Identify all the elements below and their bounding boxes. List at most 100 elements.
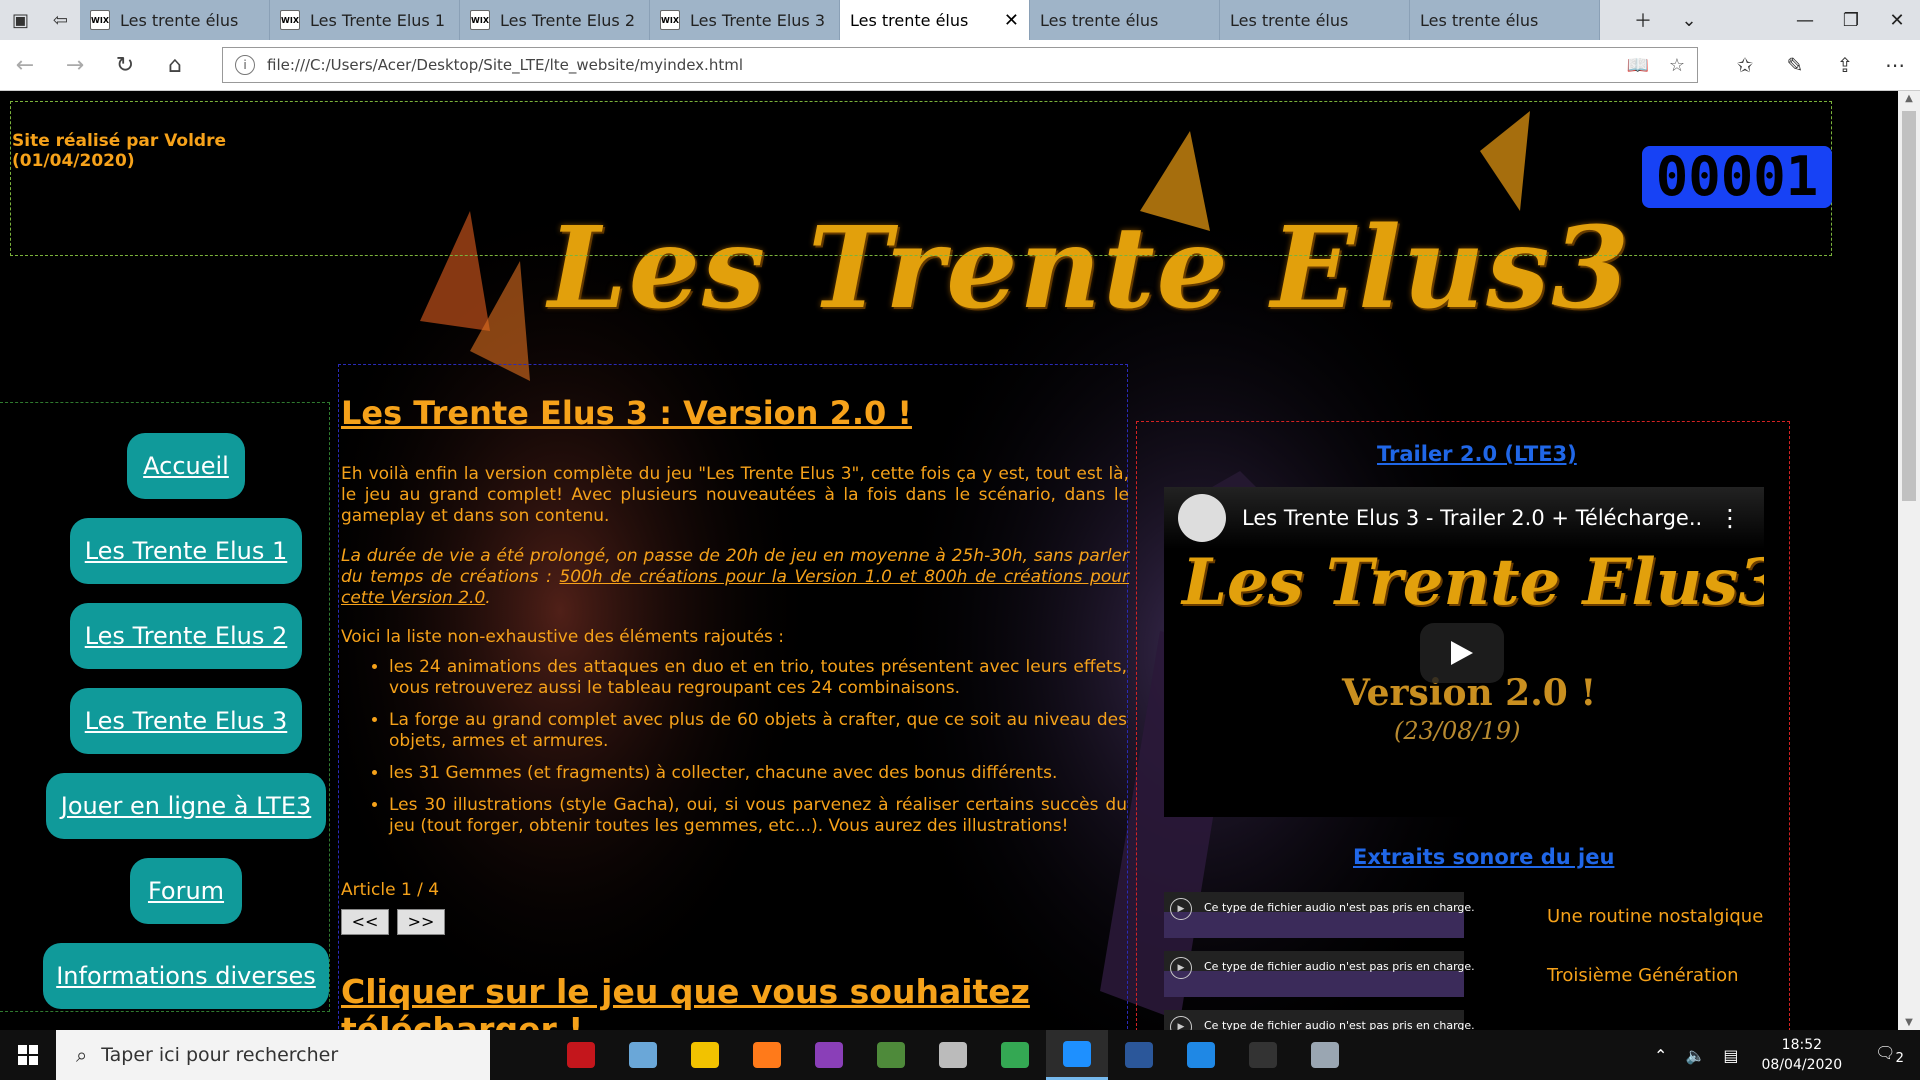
play-icon[interactable] <box>1420 623 1504 683</box>
browser-tab[interactable]: Les trente élus <box>1410 0 1600 111</box>
paint-icon[interactable] <box>612 1030 674 1080</box>
address-bar[interactable]: i file:///C:/Users/Acer/Desktop/Site_LTE… <box>222 47 1698 83</box>
scroll-down-icon[interactable]: ▼ <box>1898 1017 1920 1028</box>
lifetime-end: . <box>485 588 491 608</box>
notifications-icon[interactable]: 🗨2 <box>1875 1043 1904 1066</box>
browser-tab[interactable]: Les trente élus <box>1220 0 1410 111</box>
firefox-icon[interactable] <box>736 1030 798 1080</box>
reading-view-icon[interactable]: 📖 <box>1626 55 1648 76</box>
file-explorer-icon[interactable] <box>674 1030 736 1080</box>
browser-tab[interactable]: Les trente élus <box>1030 0 1220 111</box>
window-controls: ＋ ⌄ — ❐ ✕ <box>1600 0 1920 40</box>
scrollbar-thumb[interactable] <box>1902 111 1916 501</box>
search-icon: ⌕ <box>76 1043 88 1067</box>
features-list: les 24 animations des attaques en duo et… <box>341 657 1127 848</box>
minimize-icon[interactable]: — <box>1782 10 1828 31</box>
network-icon[interactable]: ▤ <box>1723 1046 1738 1065</box>
next-article-button[interactable]: >> <box>397 909 445 935</box>
url-text[interactable]: file:///C:/Users/Acer/Desktop/Site_LTE/l… <box>267 56 1606 74</box>
pager-buttons: << >> <box>341 909 445 935</box>
vscode-icon-glyph <box>1187 1042 1215 1068</box>
audio-unsupported-message: Ce type de fichier audio n'est pas pris … <box>1204 960 1475 973</box>
wix-icon: WIX <box>470 10 490 30</box>
word-icon[interactable] <box>1108 1030 1170 1080</box>
volume-icon[interactable]: 🔈 <box>1685 1046 1705 1065</box>
audio-play-icon[interactable]: ▶ <box>1170 957 1192 979</box>
window-app-icon[interactable] <box>1294 1030 1356 1080</box>
video-title[interactable]: Les Trente Elus 3 - Trailer 2.0 + Téléch… <box>1242 506 1702 530</box>
nav-forum[interactable]: Forum <box>130 858 242 924</box>
close-tab-icon[interactable]: ✕ <box>1004 10 1019 31</box>
site-credit: Site réalisé par Voldre (01/04/2020) <box>12 131 226 171</box>
favorite-star-icon[interactable]: ☆ <box>1669 55 1685 76</box>
tab-preview-icon[interactable]: ▣ <box>12 10 29 31</box>
vscode-icon[interactable] <box>1170 1030 1232 1080</box>
chrome-icon[interactable] <box>984 1030 1046 1080</box>
scroll-up-icon[interactable]: ▲ <box>1898 93 1920 104</box>
tray-chevron-icon[interactable]: ⌃ <box>1654 1046 1667 1065</box>
share-icon[interactable]: ⇪ <box>1820 53 1870 77</box>
tab-list-chevron-icon[interactable]: ⌄ <box>1666 10 1712 31</box>
tablet-app-icon[interactable] <box>922 1030 984 1080</box>
audio-extracts-link[interactable]: Extraits sonore du jeu <box>1353 845 1614 869</box>
windows-start-icon[interactable] <box>0 1030 56 1080</box>
nav-accueil[interactable]: Accueil <box>127 433 245 499</box>
tab-title: Les trente élus <box>120 10 239 30</box>
audio-player[interactable]: ▶ Ce type de fichier audio n'est pas pri… <box>1164 951 1475 997</box>
youtube-embed[interactable]: Les Trente Elus3 Version 2.0 ! (23/08/19… <box>1164 487 1764 817</box>
audio-play-icon[interactable]: ▶ <box>1170 1016 1192 1030</box>
favorites-icon[interactable]: ✩ <box>1720 53 1770 77</box>
nav-lte3[interactable]: Les Trente Elus 3 <box>70 688 302 754</box>
new-tab-icon[interactable]: ＋ <box>1620 7 1666 33</box>
close-window-icon[interactable]: ✕ <box>1874 10 1920 31</box>
browser-tab[interactable]: WIX Les trente élus <box>80 0 270 40</box>
audio-player[interactable]: ▶ Ce type de fichier audio n'est pas pri… <box>1164 892 1475 938</box>
browser-tab-active[interactable]: Les trente élus ✕ <box>840 0 1030 111</box>
trailer-link[interactable]: Trailer 2.0 (LTE3) <box>1377 442 1577 466</box>
list-intro: Voici la liste non-exhaustive des élémen… <box>341 627 785 647</box>
restore-icon[interactable]: ❐ <box>1828 10 1874 31</box>
firefox-icon-glyph <box>753 1042 781 1068</box>
info-icon[interactable]: i <box>235 55 255 75</box>
browser-tab[interactable]: WIX Les Trente Elus 3 | le <box>650 0 840 40</box>
home-icon[interactable]: ⌂ <box>150 53 200 78</box>
wix-icon: WIX <box>660 10 680 30</box>
tab-title: Les trente élus <box>1040 10 1159 30</box>
audio-player[interactable]: ▶ Ce type de fichier audio n'est pas pri… <box>1164 1010 1475 1030</box>
terminal-icon[interactable] <box>1232 1030 1294 1080</box>
photo-editor-icon[interactable] <box>798 1030 860 1080</box>
page-scrollbar[interactable]: ▲ ▼ <box>1898 91 1920 1030</box>
edge-icon[interactable] <box>1046 1030 1108 1080</box>
browser-tab[interactable]: WIX Les Trente Elus 1 | le <box>270 0 460 40</box>
video-header: Les Trente Elus 3 - Trailer 2.0 + Téléch… <box>1164 487 1764 549</box>
article-pager: Article 1 / 4 <box>341 880 440 900</box>
notes-pen-icon[interactable]: ✎ <box>1770 53 1820 77</box>
forward-icon[interactable]: → <box>50 53 100 78</box>
more-menu-icon[interactable]: ⋯ <box>1870 53 1920 77</box>
audio-play-icon[interactable]: ▶ <box>1170 898 1192 920</box>
nav-play-online[interactable]: Jouer en ligne à LTE3 <box>46 773 326 839</box>
browser-tab[interactable]: WIX Les Trente Elus 2 | le <box>460 0 650 40</box>
nav-info[interactable]: Informations diverses <box>43 943 329 1009</box>
browser-actions: ✩ ✎ ⇪ ⋯ <box>1720 53 1920 77</box>
acrobat-reader-icon[interactable] <box>550 1030 612 1080</box>
address-toolbar: ← → ↻ ⌂ i file:///C:/Users/Acer/Desktop/… <box>0 40 1920 91</box>
image-viewer-icon[interactable] <box>860 1030 922 1080</box>
download-heading[interactable]: Cliquer sur le jeu que vous souhaitez té… <box>341 973 1101 1031</box>
taskbar-search[interactable]: ⌕ Taper ici pour rechercher <box>56 1030 490 1080</box>
nav-lte1[interactable]: Les Trente Elus 1 <box>70 518 302 584</box>
refresh-icon[interactable]: ↻ <box>100 53 150 78</box>
set-tabs-aside-icon[interactable]: ⇦ <box>53 10 68 31</box>
clock-date: 08/04/2020 <box>1761 1057 1843 1073</box>
tab-title: Les trente élus <box>850 10 969 30</box>
photo-editor-icon-glyph <box>815 1042 843 1068</box>
file-explorer-icon-glyph <box>691 1042 719 1068</box>
taskbar-clock[interactable]: 18:52 08/04/2020 <box>1762 1035 1843 1075</box>
video-more-icon[interactable]: ⋮ <box>1718 504 1742 532</box>
back-icon[interactable]: ← <box>0 53 50 78</box>
nav-lte2[interactable]: Les Trente Elus 2 <box>70 603 302 669</box>
channel-avatar[interactable] <box>1178 494 1226 542</box>
paint-icon-glyph <box>629 1042 657 1068</box>
video-date-text: (23/08/19) <box>1394 717 1521 745</box>
prev-article-button[interactable]: << <box>341 909 389 935</box>
